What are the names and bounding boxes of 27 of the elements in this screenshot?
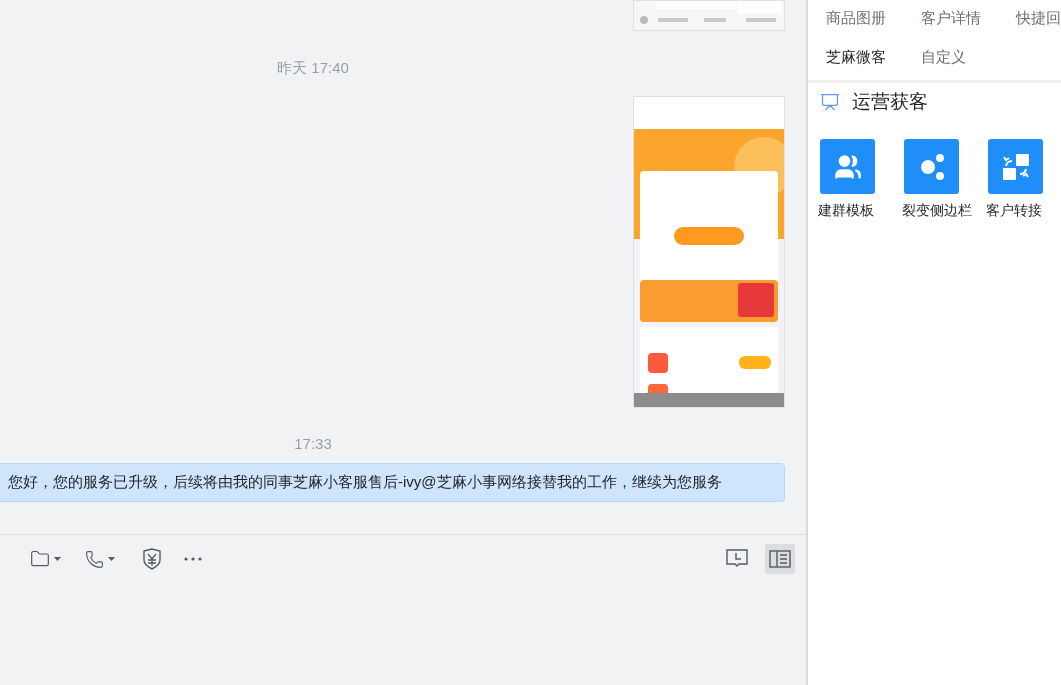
section-title: 运营获客 bbox=[852, 90, 928, 114]
history-button[interactable] bbox=[726, 549, 748, 569]
tool-button[interactable] bbox=[820, 139, 875, 194]
payment-button[interactable] bbox=[142, 548, 162, 570]
panel-tab[interactable]: 客户详情 bbox=[921, 8, 981, 28]
presentation-icon bbox=[820, 92, 840, 112]
timestamp: 17:33 bbox=[294, 435, 332, 452]
tool-label: 客户转接 bbox=[986, 202, 1042, 220]
tool-button[interactable] bbox=[904, 139, 959, 194]
tool-button[interactable] bbox=[988, 139, 1043, 194]
message-bubble: 您好，您的服务已升级，后续将由我的同事芝麻小客服售后-ivy@芝麻小事网络接替我的工作，继续为您服务 bbox=[0, 463, 785, 502]
call-button[interactable] bbox=[85, 549, 115, 569]
panel-tab[interactable]: 快捷回 bbox=[1016, 8, 1061, 28]
panel-tab[interactable]: 商品图册 bbox=[826, 8, 886, 28]
panel-tab[interactable]: 自定义 bbox=[921, 47, 966, 67]
caret-icon bbox=[54, 557, 61, 561]
panel-tab[interactable]: 芝麻微客 bbox=[826, 47, 886, 67]
more-button[interactable] bbox=[184, 557, 202, 561]
panel-toggle-button[interactable] bbox=[765, 544, 795, 574]
transfer-icon bbox=[1000, 151, 1031, 182]
tool-label: 建群模板 bbox=[818, 202, 874, 220]
people-icon bbox=[833, 152, 862, 181]
more-icon bbox=[184, 557, 202, 561]
caret-icon bbox=[108, 557, 115, 561]
file-button[interactable] bbox=[30, 549, 61, 569]
tool-label: 裂变侧边栏 bbox=[902, 202, 972, 220]
timestamp: 昨天 17:40 bbox=[277, 59, 349, 78]
